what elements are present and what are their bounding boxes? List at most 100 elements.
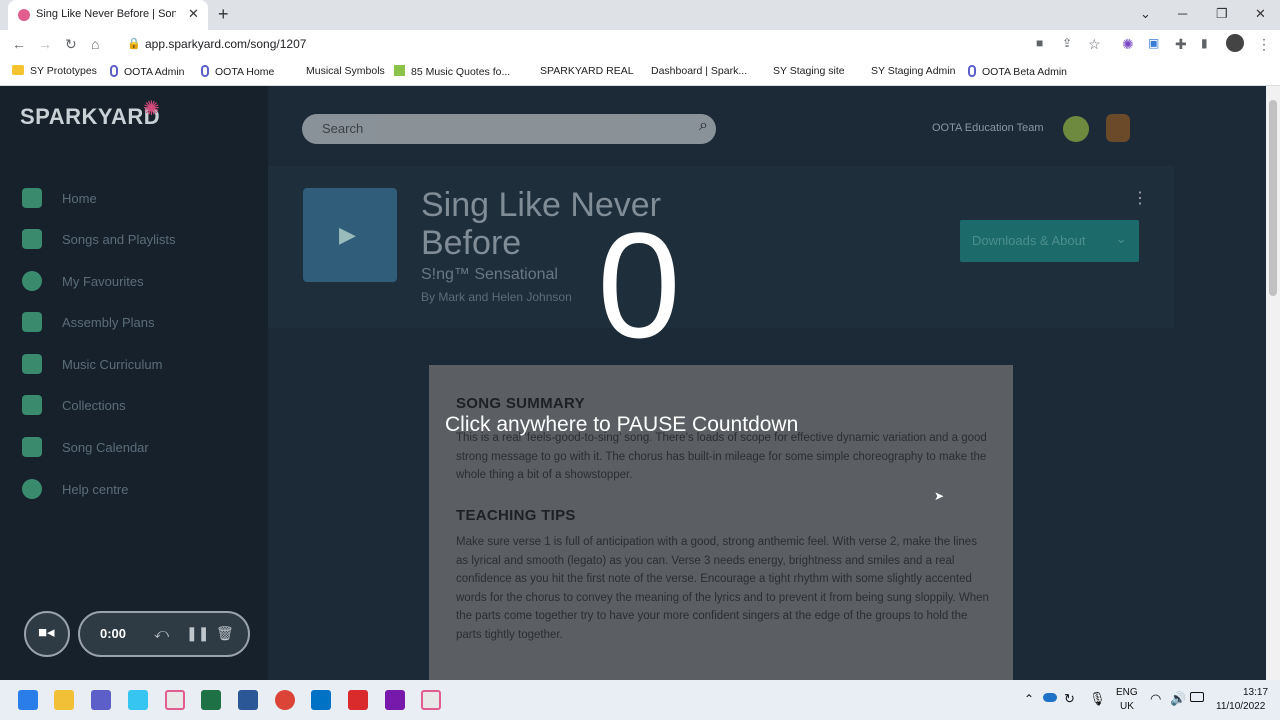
camera-icon[interactable]: ■ xyxy=(1036,36,1043,50)
chevron-up-icon[interactable]: ⌃ xyxy=(1024,692,1034,706)
forward-icon[interactable]: → xyxy=(38,36,52,52)
bookmark-star-icon[interactable]: ☆ xyxy=(1088,36,1101,53)
share-icon[interactable]: ⇪ xyxy=(1062,36,1072,50)
help-icon xyxy=(22,479,42,499)
clock-date[interactable]: 11/10/2022 xyxy=(1216,701,1265,712)
address-bar[interactable]: 🔒 app.sparkyard.com/song/1207 xyxy=(118,33,1118,55)
downloads-about-button[interactable]: Downloads & About ⌄ xyxy=(960,220,1139,262)
bookmark-item[interactable]: SPARKYARD REAL xyxy=(540,65,634,77)
pause-icon[interactable]: ❚❚ xyxy=(186,625,209,642)
bookmark-item[interactable]: 85 Music Quotes fo... xyxy=(394,65,510,78)
recording-timer: 0:00 xyxy=(100,626,127,641)
word-icon[interactable] xyxy=(238,690,258,710)
sidebar-item-home[interactable]: Home xyxy=(22,188,252,210)
app-viewport: SPARKYARD ✺ Home Songs and Playlists My … xyxy=(0,86,1280,680)
sidebar-item-songs[interactable]: Songs and Playlists xyxy=(22,229,252,251)
language-indicator[interactable]: ENG xyxy=(1116,687,1138,698)
bookmark-item[interactable]: OOTA Home xyxy=(201,65,274,78)
menu-kebab-icon[interactable]: ⋮ xyxy=(1257,36,1271,53)
minimize-button[interactable]: ─ xyxy=(1178,6,1187,21)
maximize-button[interactable]: ❐ xyxy=(1216,6,1228,22)
sidebar-item-calendar[interactable]: Song Calendar xyxy=(22,437,252,459)
oota-icon xyxy=(968,65,976,77)
bookmark-item[interactable]: SY Staging site xyxy=(773,65,845,77)
tab-close-icon[interactable]: ✕ xyxy=(188,6,199,22)
page-scrollbar[interactable] xyxy=(1266,86,1280,680)
home-icon xyxy=(22,188,42,208)
home-button-icon[interactable]: ⌂ xyxy=(91,36,99,52)
oota-icon xyxy=(201,65,209,77)
onedrive-icon[interactable] xyxy=(1043,693,1057,702)
bookmark-item[interactable]: SY Staging Admin xyxy=(871,65,955,77)
countdown-number[interactable]: 0 xyxy=(584,205,694,365)
chrome-icon[interactable] xyxy=(275,690,295,710)
search-icon[interactable]: ⌕ xyxy=(699,117,708,135)
bookmark-item[interactable]: Dashboard | Spark... xyxy=(651,65,747,77)
puzzle-icon[interactable]: ✚ xyxy=(1175,36,1187,53)
sidebar-item-help[interactable]: Help centre xyxy=(22,479,252,501)
scrollbar-thumb[interactable] xyxy=(1269,100,1277,296)
profile-avatar[interactable] xyxy=(1226,34,1244,52)
tab-title: Sing Like Never Before | Song | Sp xyxy=(36,8,176,20)
teams-icon[interactable] xyxy=(91,690,111,710)
tab-search-icon[interactable]: ⌄ xyxy=(1140,6,1151,22)
song-author: By Mark and Helen Johnson xyxy=(421,290,572,304)
slack-icon[interactable] xyxy=(128,690,148,710)
team-name[interactable]: OOTA Education Team xyxy=(932,122,1043,134)
calendar-icon xyxy=(22,437,42,457)
sidebar-item-favourites[interactable]: My Favourites xyxy=(22,271,252,293)
outlook-icon[interactable] xyxy=(311,690,331,710)
browser-chrome: Sing Like Never Before | Song | Sp ✕ + ⌄… xyxy=(0,0,1280,86)
sync-icon[interactable]: ↻ xyxy=(1064,691,1075,707)
bookmark-item[interactable]: OOTA Admin xyxy=(110,65,185,78)
search-input[interactable]: Search ⌕ xyxy=(302,114,716,144)
app-icon[interactable] xyxy=(165,690,185,710)
side-panel-icon[interactable]: ▮ xyxy=(1201,36,1208,50)
file-explorer-icon[interactable] xyxy=(54,690,74,710)
search-placeholder: Search xyxy=(322,121,364,136)
webcam-toggle-button[interactable]: ■◂ xyxy=(24,611,70,657)
play-icon[interactable]: ▶ xyxy=(339,222,356,248)
back-icon[interactable]: ← xyxy=(12,36,26,52)
windows-start-icon[interactable] xyxy=(18,690,38,710)
close-window-button[interactable]: ✕ xyxy=(1255,6,1266,22)
oota-icon xyxy=(110,65,118,77)
sidebar-item-assembly[interactable]: Assembly Plans xyxy=(22,312,252,334)
excel-icon[interactable] xyxy=(201,690,221,710)
clock-time[interactable]: 13:17 xyxy=(1243,687,1268,698)
sidebar-item-collections[interactable]: Collections xyxy=(22,395,252,417)
bookmark-item[interactable]: OOTA Beta Admin xyxy=(968,65,1067,78)
song-header: ▶ Sing Like Never Before S!ng™ Sensation… xyxy=(268,166,1174,328)
undo-icon[interactable]: ⤺ xyxy=(154,625,169,642)
more-options-icon[interactable]: ⋮ xyxy=(1132,188,1148,208)
bookmark-item[interactable]: SY Prototypes xyxy=(12,65,97,77)
pause-countdown-message[interactable]: Click anywhere to PAUSE Countdown xyxy=(445,413,798,437)
summary-text: This is a real ‘feels-good-to-sing’ song… xyxy=(456,432,987,482)
user-avatar[interactable] xyxy=(1106,114,1130,142)
reload-icon[interactable]: ↻ xyxy=(65,36,77,53)
acrobat-icon[interactable] xyxy=(348,690,368,710)
onenote-icon[interactable] xyxy=(385,690,405,710)
recorder-controls: 0:00 ⤺ ❚❚ 🗑 xyxy=(78,611,250,657)
video-camera-icon: ■◂ xyxy=(38,624,55,641)
app-icon[interactable] xyxy=(421,690,441,710)
trash-icon[interactable]: 🗑 xyxy=(216,625,234,642)
battery-icon[interactable] xyxy=(1190,692,1204,702)
browser-toolbar: ← → ↻ ⌂ 🔒 app.sparkyard.com/song/1207 ■ … xyxy=(0,30,1280,58)
extension-icon[interactable]: ▣ xyxy=(1148,36,1159,50)
bookmark-item[interactable]: Musical Symbols xyxy=(306,65,385,77)
extension-icon[interactable]: ✺ xyxy=(1122,36,1134,53)
volume-icon[interactable]: 🔊 xyxy=(1170,691,1186,707)
main-content: Search ⌕ OOTA Education Team ▶ Sing Like… xyxy=(268,86,1280,680)
team-avatar[interactable] xyxy=(1063,116,1089,142)
sidebar-item-curriculum[interactable]: Music Curriculum xyxy=(22,354,252,376)
microphone-icon[interactable]: 🎙 xyxy=(1089,691,1106,707)
song-thumbnail[interactable]: ▶ xyxy=(303,188,397,282)
wifi-icon[interactable]: ◠ xyxy=(1150,691,1161,707)
new-tab-button[interactable]: + xyxy=(218,4,229,25)
browser-tab[interactable]: Sing Like Never Before | Song | Sp ✕ xyxy=(8,0,208,30)
music-note-icon xyxy=(22,229,42,249)
green-icon xyxy=(394,65,405,76)
sparkyard-logo[interactable]: SPARKYARD xyxy=(20,104,160,130)
people-icon xyxy=(22,312,42,332)
